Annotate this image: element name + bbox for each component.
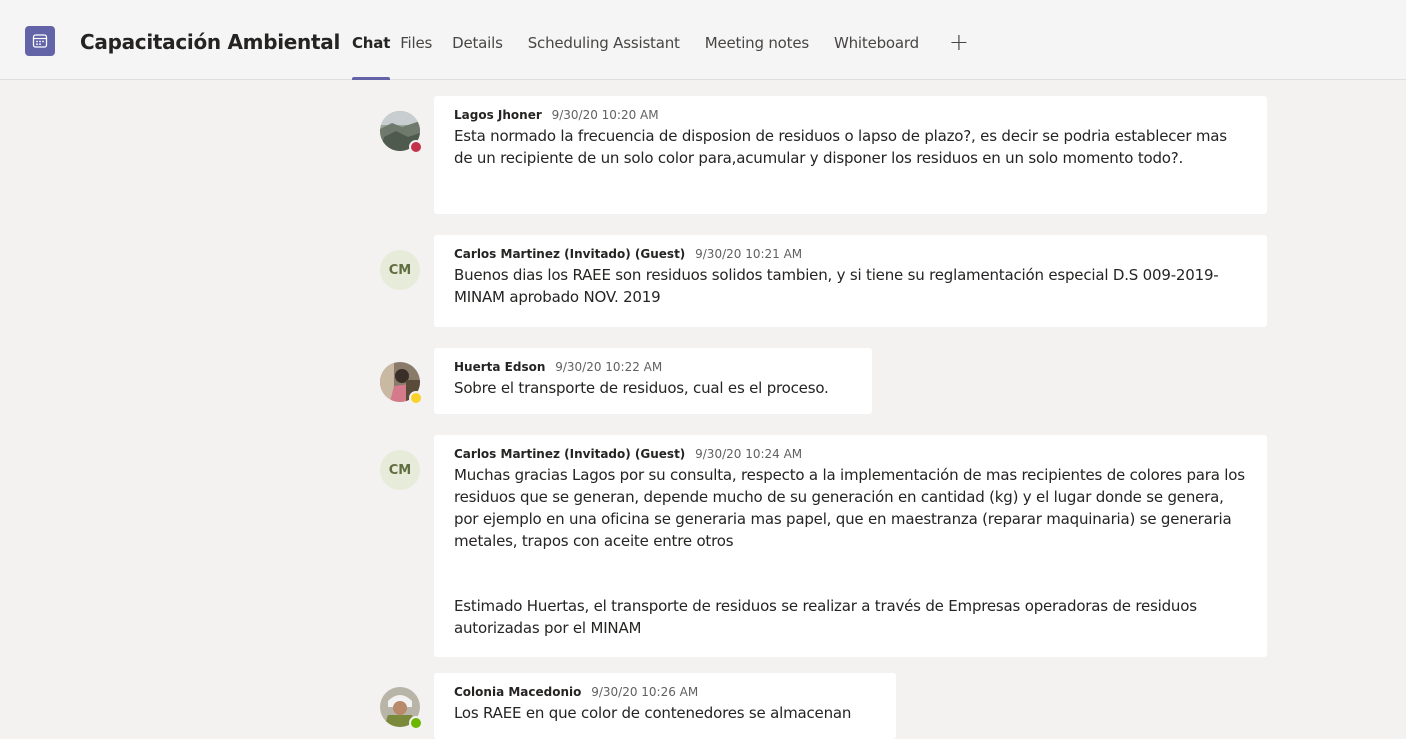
avatar-initials: CM [388,462,412,478]
avatar[interactable]: CM [380,450,420,490]
tab-files[interactable]: Files [400,34,432,80]
status-available-icon [409,716,423,730]
message-timestamp: 9/30/20 10:24 AM [695,447,803,461]
message-timestamp: 9/30/20 10:20 AM [551,108,659,122]
message-author[interactable]: Carlos Martinez (Invitado) (Guest) [454,247,685,261]
add-tab-button[interactable]: + [949,28,969,56]
tab-bar: Chat Files Details Scheduling Assistant … [352,28,969,80]
message-text: Esta normado la frecuencia de disposion … [454,127,1227,167]
avatar[interactable] [380,111,423,154]
tab-chat[interactable]: Chat [352,34,390,80]
message-bubble[interactable]: Lagos Jhoner 9/30/20 10:20 AM Esta norma… [434,96,1267,214]
avatar-initials: CM [388,262,412,278]
avatar[interactable] [380,687,423,730]
status-away-icon [409,391,423,405]
meeting-header: Capacitación Ambiental Chat Files Detail… [0,0,1406,80]
avatar[interactable] [380,362,423,405]
message-author[interactable]: Carlos Martinez (Invitado) (Guest) [454,447,685,461]
message-timestamp: 9/30/20 10:26 AM [591,685,699,699]
calendar-icon [25,26,55,56]
message-text: Estimado Huertas, el transporte de resid… [454,597,1197,637]
message-author[interactable]: Colonia Macedonio [454,685,581,699]
message-text: Los RAEE en que color de contenedores se… [454,704,852,722]
tab-scheduling-assistant[interactable]: Scheduling Assistant [528,34,680,80]
message-text: Buenos dias los RAEE son residuos solido… [454,266,1219,306]
message-list: Lagos Jhoner 9/30/20 10:20 AM Esta norma… [0,80,1406,739]
avatar[interactable]: CM [380,250,420,290]
message-bubble-followup[interactable]: Estimado Huertas, el transporte de resid… [434,581,1267,653]
tab-meeting-notes[interactable]: Meeting notes [705,34,809,80]
meeting-title: Capacitación Ambiental [80,30,341,54]
message-timestamp: 9/30/20 10:22 AM [555,360,663,374]
message-bubble[interactable]: Carlos Martinez (Invitado) (Guest) 9/30/… [434,235,1267,327]
tab-whiteboard[interactable]: Whiteboard [834,34,919,80]
status-busy-icon [409,140,423,154]
message-text: Sobre el transporte de residuos, cual es… [454,379,829,397]
message-text: Muchas gracias Lagos por su consulta, re… [454,466,1245,550]
message-bubble[interactable]: Huerta Edson 9/30/20 10:22 AM Sobre el t… [434,348,872,414]
tab-details[interactable]: Details [452,34,503,80]
message-author[interactable]: Lagos Jhoner [454,108,542,122]
message-bubble[interactable]: Colonia Macedonio 9/30/20 10:26 AM Los R… [434,673,896,739]
message-timestamp: 9/30/20 10:21 AM [695,247,803,261]
message-author[interactable]: Huerta Edson [454,360,545,374]
